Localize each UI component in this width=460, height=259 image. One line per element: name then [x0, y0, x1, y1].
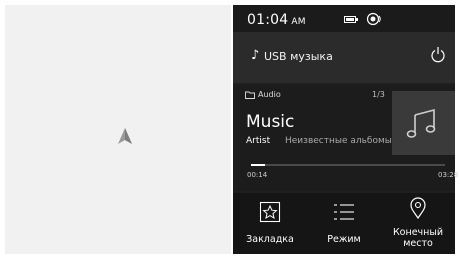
mode-button[interactable]: Режим — [307, 193, 381, 254]
folder-icon — [245, 91, 255, 99]
folder-label: Audio — [258, 90, 281, 99]
phone-connection-icon — [366, 12, 381, 26]
album-cover — [392, 91, 455, 155]
bookmark-button[interactable]: Закладка — [233, 193, 307, 254]
status-bar: 01:04 AM — [233, 5, 455, 32]
navigation-arrow-icon — [118, 128, 132, 144]
progress-fill — [251, 164, 265, 166]
clock: 01:04 AM — [247, 12, 306, 28]
time-elapsed: 00:14 — [247, 171, 268, 179]
destination-pin-icon — [410, 197, 426, 219]
track-title: Music — [246, 112, 295, 132]
time-total: 03:28 — [438, 171, 459, 179]
track-counter: 1/3 — [372, 90, 385, 99]
battery-icon — [344, 16, 358, 23]
source-bar[interactable]: ♪ USB музыка — [233, 32, 455, 83]
power-icon[interactable] — [430, 46, 446, 63]
media-panel: 01:04 AM ♪ USB музыка Audio 1/3 Music Ar… — [233, 5, 459, 254]
list-icon — [334, 204, 354, 220]
action-bar: Закладка Режим Конечный место — [233, 193, 455, 254]
progress-bar[interactable] — [251, 164, 445, 166]
artist-label: Artist — [246, 136, 271, 146]
now-playing-card[interactable]: Audio 1/3 Music Artist Неизвестные альбо… — [233, 85, 459, 191]
destination-button[interactable]: Конечный место — [381, 193, 455, 254]
bookmark-star-icon — [259, 201, 281, 223]
music-note-icon: ♪ — [251, 48, 260, 63]
source-label: USB музыка — [264, 50, 333, 63]
map-view[interactable] — [5, 5, 231, 254]
album-name: Неизвестные альбомы — [285, 136, 392, 146]
music-notes-icon — [406, 108, 436, 138]
